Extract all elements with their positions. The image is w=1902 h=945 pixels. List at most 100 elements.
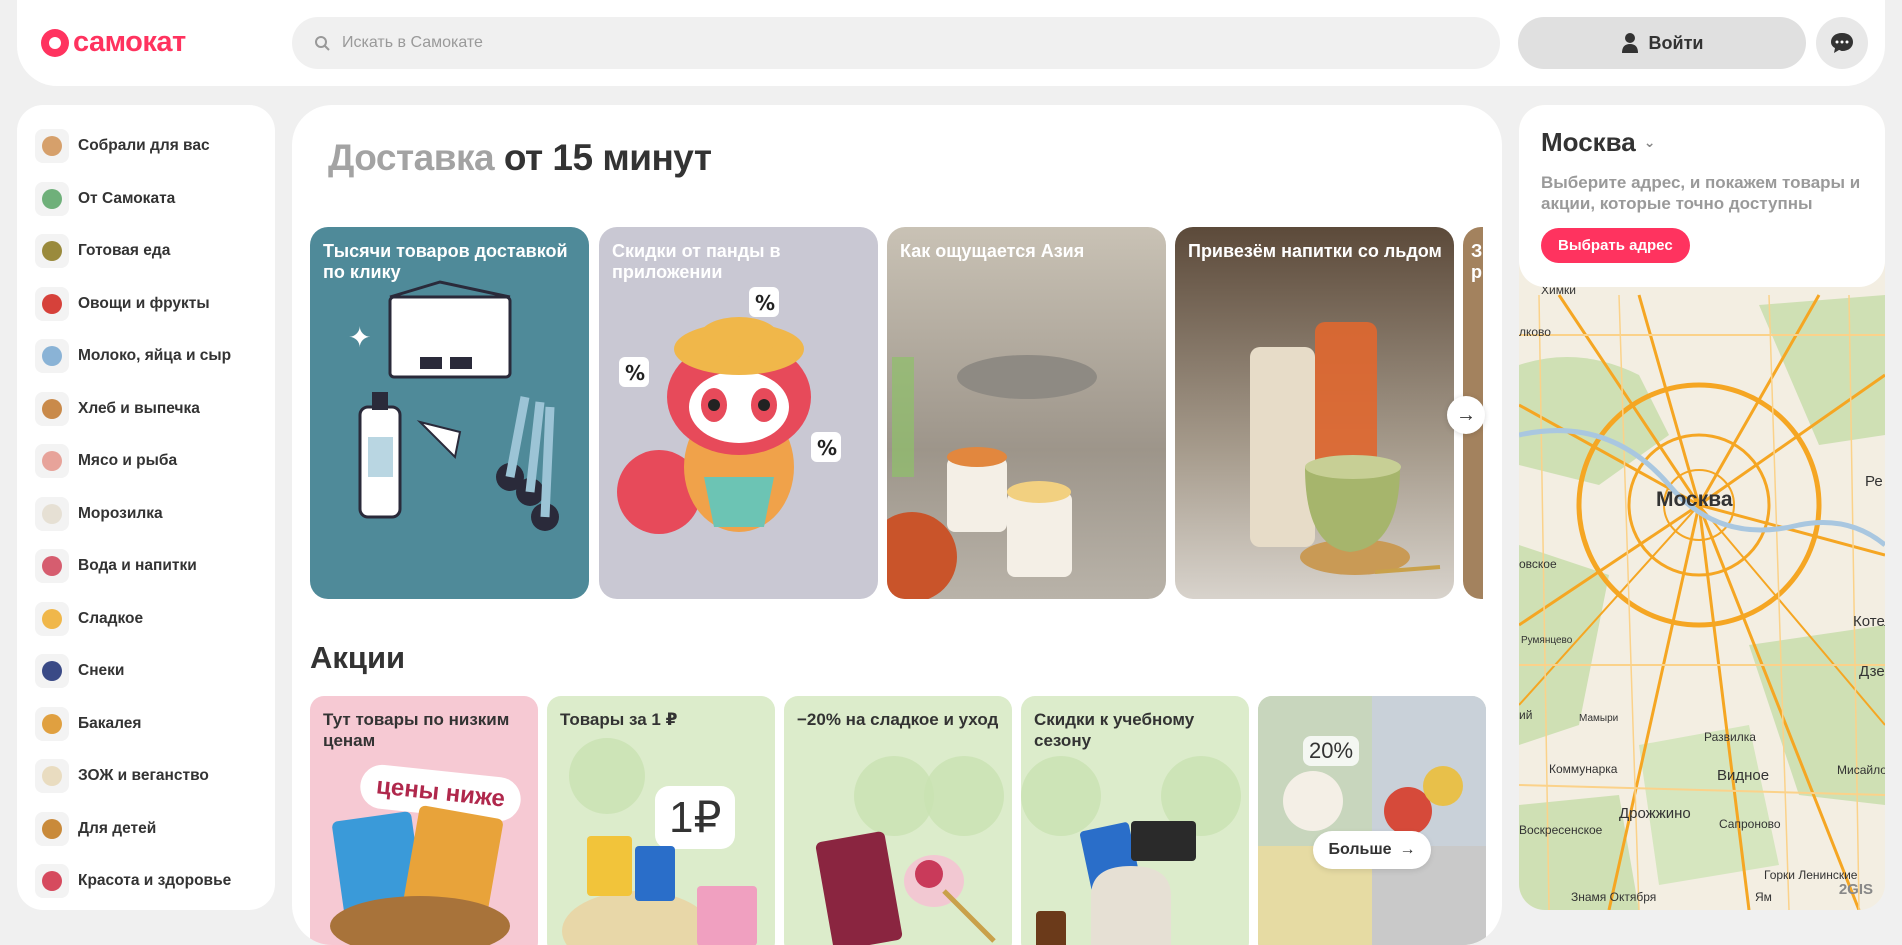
sidebar-item-label: От Самоката xyxy=(78,189,176,207)
map-label: Ям xyxy=(1755,890,1772,904)
category-sidebar: Собрали для вас От Самоката Готовая еда Ово… xyxy=(17,105,275,910)
city-selector[interactable]: Москва ⌄ xyxy=(1541,127,1863,158)
sidebar-item[interactable]: ЗОЖ и веганство xyxy=(17,750,275,803)
promo-card[interactable]: Тут товары по низким ценам цены ниже xyxy=(310,696,538,945)
sidebar-item[interactable]: Для детей xyxy=(17,803,275,856)
category-icon xyxy=(35,129,69,164)
sidebar-item[interactable]: От Самоката xyxy=(17,173,275,226)
sidebar-item[interactable]: Вода и напитки xyxy=(17,540,275,593)
carousel-next-button[interactable]: → xyxy=(1447,396,1485,434)
promo-card[interactable]: 20% Больше → xyxy=(1258,696,1486,945)
sidebar-item-label: Красота и здоровье xyxy=(78,872,232,890)
banner-carousel: Тысячи товаров доставкой по клику ✦ Скид… xyxy=(310,227,1483,599)
category-icon xyxy=(35,181,69,216)
category-icon xyxy=(35,549,69,584)
banner-title: Скидки от панды в приложении xyxy=(612,241,781,282)
choose-address-button[interactable]: Выбрать адрес xyxy=(1541,228,1690,263)
promo-badge: 20% xyxy=(1303,736,1360,766)
login-button[interactable]: Войти xyxy=(1518,17,1806,69)
logo[interactable]: самокат xyxy=(41,26,186,59)
sidebar-item[interactable]: Сладкое xyxy=(17,593,275,646)
search-input[interactable] xyxy=(342,34,1242,52)
more-button[interactable]: Больше → xyxy=(1313,831,1431,869)
sidebar-item[interactable]: Бакалея xyxy=(17,698,275,751)
logo-icon xyxy=(41,28,69,57)
sidebar-item[interactable]: Красота и здоровье xyxy=(17,855,275,908)
more-promos-collage xyxy=(1258,696,1486,945)
sidebar-item[interactable]: Хлеб и выпечка xyxy=(17,383,275,436)
sidebar-item-label: Хлеб и выпечка xyxy=(78,399,200,417)
chat-button[interactable] xyxy=(1816,17,1868,69)
arrow-right-icon: → xyxy=(1456,403,1476,426)
map-label: Коммунарка xyxy=(1549,762,1618,776)
school-illustration xyxy=(1021,756,1241,945)
top-header: самокат Войти xyxy=(17,0,1885,86)
address-hint: Выберите адрес, и покажем товары и акции… xyxy=(1541,173,1861,213)
sidebar-item-label: Мясо и рыба xyxy=(78,452,178,470)
basket-illustration xyxy=(330,805,510,945)
page-title: Доставка от 15 минут xyxy=(328,137,712,179)
map-label: Ре xyxy=(1865,473,1883,490)
banner-card[interactable]: Привезём напитки со льдом xyxy=(1175,227,1454,599)
map-label: Развилка xyxy=(1704,730,1756,744)
map-label: Сапроново xyxy=(1719,817,1781,831)
user-icon xyxy=(1621,33,1638,53)
city-name: Москва xyxy=(1541,127,1636,157)
arrow-right-icon: → xyxy=(1399,841,1416,858)
sidebar-item-label: Овощи и фрукты xyxy=(78,294,210,312)
map-label: овское xyxy=(1519,557,1557,571)
category-icon xyxy=(35,234,69,269)
category-icon xyxy=(35,706,69,741)
map-label: лково xyxy=(1519,325,1551,339)
promo-row: Тут товары по низким ценам цены ниже Тов… xyxy=(310,696,1486,945)
sidebar-item-label: Для детей xyxy=(78,819,157,837)
banner-title: Тысячи товаров доставкой по клику xyxy=(323,241,568,282)
search-bar[interactable] xyxy=(292,17,1500,69)
sidebar-item-label: Морозилка xyxy=(78,504,163,522)
sidebar-item[interactable]: Собрали для вас xyxy=(17,120,275,173)
chevron-down-icon: ⌄ xyxy=(1643,134,1656,150)
category-icon xyxy=(35,654,69,689)
map-label: Видное xyxy=(1717,767,1770,784)
promo-card[interactable]: −20% на сладкое и уход xyxy=(784,696,1012,945)
map-label: Дрожжино xyxy=(1619,805,1691,822)
search-icon xyxy=(315,36,330,51)
banner-card[interactable]: Скидки от панды в приложении % % % xyxy=(599,227,878,599)
sidebar-item[interactable]: Снеки xyxy=(17,645,275,698)
promo-card[interactable]: Товары за 1 ₽ 1₽ xyxy=(547,696,775,945)
promo-section-title: Акции xyxy=(310,640,406,675)
map-label: Мамыри xyxy=(1579,713,1619,724)
promo-card[interactable]: Скидки к учебному сезону xyxy=(1021,696,1249,945)
banner-card[interactable]: Как ощущается Азия xyxy=(887,227,1166,599)
sidebar-item-label: Молоко, яйца и сыр xyxy=(78,347,232,365)
category-icon xyxy=(35,601,69,636)
sidebar-item[interactable]: Готовая еда xyxy=(17,225,275,278)
category-icon xyxy=(35,811,69,846)
sidebar-item[interactable]: Молоко, яйца и сыр xyxy=(17,330,275,383)
sweets-illustration xyxy=(815,756,1004,945)
category-icon xyxy=(35,759,69,794)
sidebar-item-label: Сладкое xyxy=(78,609,144,627)
sidebar-item-label: Снеки xyxy=(78,662,125,680)
map-label: Мисайлов xyxy=(1837,763,1885,777)
banner-title: Привезём напитки со льдом xyxy=(1188,241,1442,261)
svg-text:✦: ✦ xyxy=(348,321,371,354)
category-icon xyxy=(35,864,69,899)
iced-drinks-photo xyxy=(1250,322,1441,575)
svg-text:%: % xyxy=(817,436,837,460)
asia-food-photo xyxy=(887,355,1097,599)
main-content: Доставка от 15 минут Тысячи товаров дост… xyxy=(292,105,1502,945)
map-label: Румянцево xyxy=(1521,635,1573,646)
sidebar-item[interactable]: Мясо и рыба xyxy=(17,435,275,488)
category-icon xyxy=(35,286,69,321)
sidebar-item-label: Бакалея xyxy=(78,714,142,732)
sidebar-item[interactable]: Морозилка xyxy=(17,488,275,541)
svg-text:%: % xyxy=(755,291,775,315)
sidebar-item-label: Вода и напитки xyxy=(78,557,197,575)
map-label: Котел xyxy=(1853,613,1885,630)
svg-text:%: % xyxy=(625,361,645,385)
category-icon xyxy=(35,339,69,374)
sidebar-item[interactable]: Овощи и фрукты xyxy=(17,278,275,331)
category-icon xyxy=(35,496,69,531)
banner-card[interactable]: Тысячи товаров доставкой по клику ✦ xyxy=(310,227,589,599)
